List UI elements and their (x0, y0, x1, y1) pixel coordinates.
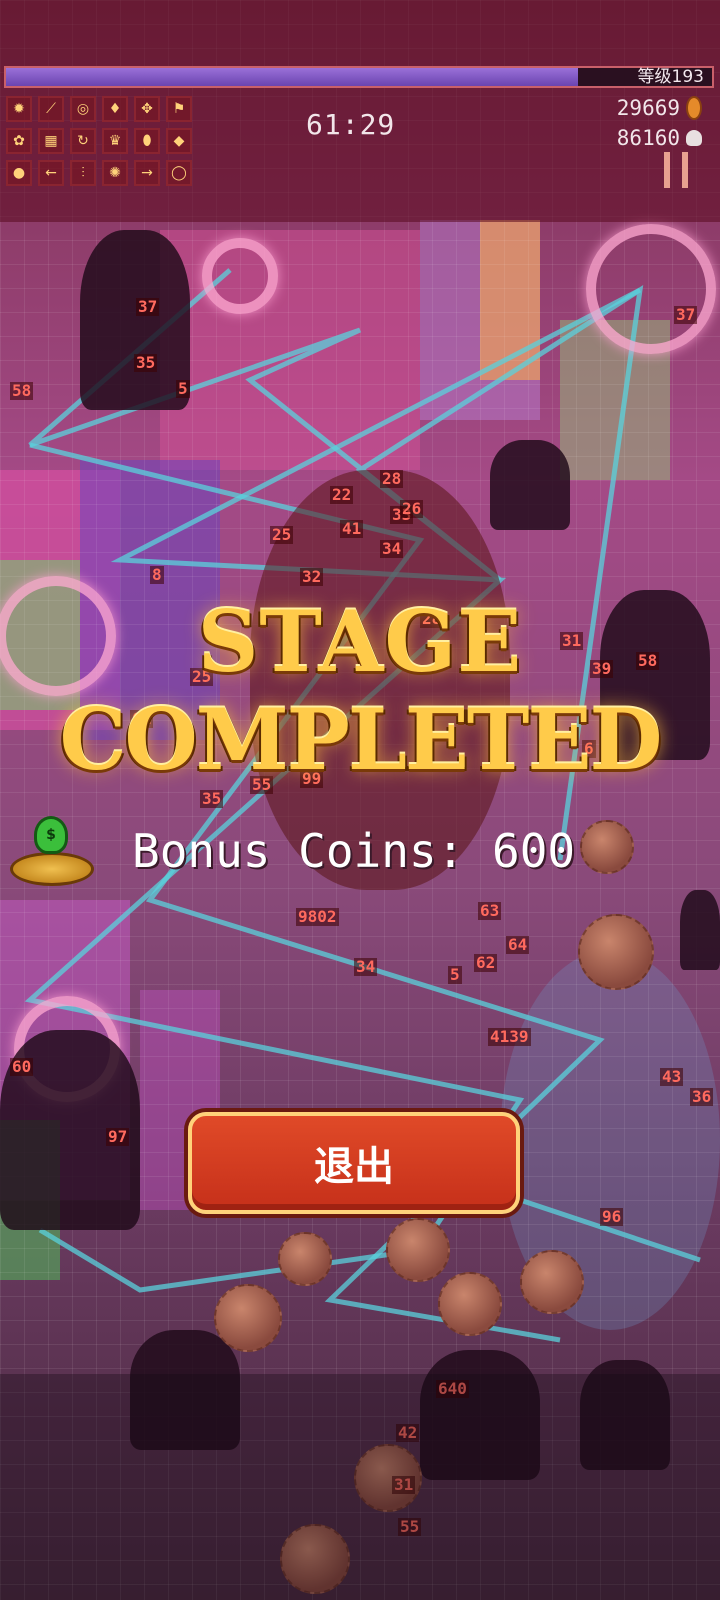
damage-number: 34 (354, 957, 378, 976)
skill-icon: ⬮ (134, 128, 160, 154)
damage-number: 58 (10, 381, 34, 400)
skill-icon: ◆ (166, 128, 192, 154)
stage-title: STAGE (197, 592, 523, 691)
coin-orb (386, 1218, 450, 1282)
skull-icon (686, 130, 702, 146)
coin-orb (438, 1272, 502, 1336)
bag-glyph: $ (34, 816, 68, 854)
battlefield-background: 3735558282225413334263282531392855359998… (0, 0, 720, 1600)
damage-number: 96 (600, 1207, 624, 1226)
skill-icon: ✹ (6, 96, 32, 122)
damage-number: 97 (106, 1127, 130, 1146)
bonus-coins-row: $ Bonus Coins: 600 (0, 816, 720, 892)
exit-button[interactable]: 退出 (188, 1112, 520, 1214)
kill-counter: 86160 (617, 126, 702, 150)
pause-icon-bar (682, 152, 688, 188)
coin-orb (214, 1284, 282, 1352)
coin-orb (278, 1232, 332, 1286)
bonus-coins-text: Bonus Coins: 600 (132, 824, 576, 878)
skill-icon: ▦ (38, 128, 64, 154)
damage-number: 37 (674, 305, 698, 324)
damage-number: 9802 (296, 907, 339, 926)
damage-number: 43 (660, 1067, 684, 1086)
damage-number: 32 (300, 567, 324, 586)
skill-icon: ✿ (6, 128, 32, 154)
damage-number: 36 (690, 1087, 714, 1106)
skill-icon: ⚑ (166, 96, 192, 122)
skill-icon: ✺ (102, 160, 128, 186)
damage-number: 8 (150, 565, 164, 584)
bottom-shade (0, 1374, 720, 1600)
xp-bar-fill (6, 68, 578, 86)
aura-ring (202, 238, 278, 314)
skill-icon: ♦ (102, 96, 128, 122)
reaper-enemy (80, 230, 190, 410)
level-label: 等级193 (637, 67, 704, 87)
skill-icon: ◎ (70, 96, 96, 122)
survival-timer: 61:29 (306, 108, 396, 141)
damage-number: 37 (136, 297, 160, 316)
skill-icon: → (134, 160, 160, 186)
xp-bar: 等级193 (4, 66, 714, 88)
damage-number: 35 (200, 789, 224, 808)
damage-number: 5 (176, 379, 190, 398)
reaper-enemy (490, 440, 570, 530)
coin-orb (578, 914, 654, 990)
damage-number: 25 (270, 525, 294, 544)
pause-button[interactable] (664, 152, 688, 188)
damage-number: 64 (506, 935, 530, 954)
kill-count: 86160 (616, 126, 680, 150)
skill-icon: ◯ (166, 160, 192, 186)
damage-number: 22 (330, 485, 354, 504)
damage-number: 4139 (488, 1027, 531, 1046)
skill-icon: ⫶ (70, 160, 96, 186)
damage-number: 63 (478, 901, 502, 920)
reaper-enemy (680, 890, 720, 970)
skill-icon: ← (38, 160, 64, 186)
skill-icon: ↻ (70, 128, 96, 154)
damage-number: 35 (134, 353, 158, 372)
damage-number: 28 (380, 469, 404, 488)
aura-ring (586, 224, 716, 354)
pause-icon-bar (664, 152, 670, 188)
completed-title: COMPLETED (59, 690, 663, 789)
coin-counter: 29669 (617, 96, 702, 120)
skill-icon: ♛ (102, 128, 128, 154)
skill-icon: ● (6, 160, 32, 186)
damage-number: 26 (400, 499, 424, 518)
coin-orb (520, 1250, 584, 1314)
coin-pile-icon (10, 852, 94, 886)
coin-icon (686, 96, 702, 120)
damage-number: 60 (10, 1057, 34, 1076)
damage-number: 41 (340, 519, 364, 538)
coin-count: 29669 (616, 96, 680, 120)
skill-icon-grid: ✹ ⟋ ◎ ♦ ✥ ⚑ ✿ ▦ ↻ ♛ ⬮ ◆ ● ← ⫶ ✺ → ◯ (6, 96, 196, 186)
damage-number: 62 (474, 953, 498, 972)
skill-icon: ⟋ (38, 96, 64, 122)
damage-number: 34 (380, 539, 404, 558)
damage-number: 5 (448, 965, 462, 984)
skill-icon: ✥ (134, 96, 160, 122)
money-bag-icon: $ (10, 816, 94, 896)
